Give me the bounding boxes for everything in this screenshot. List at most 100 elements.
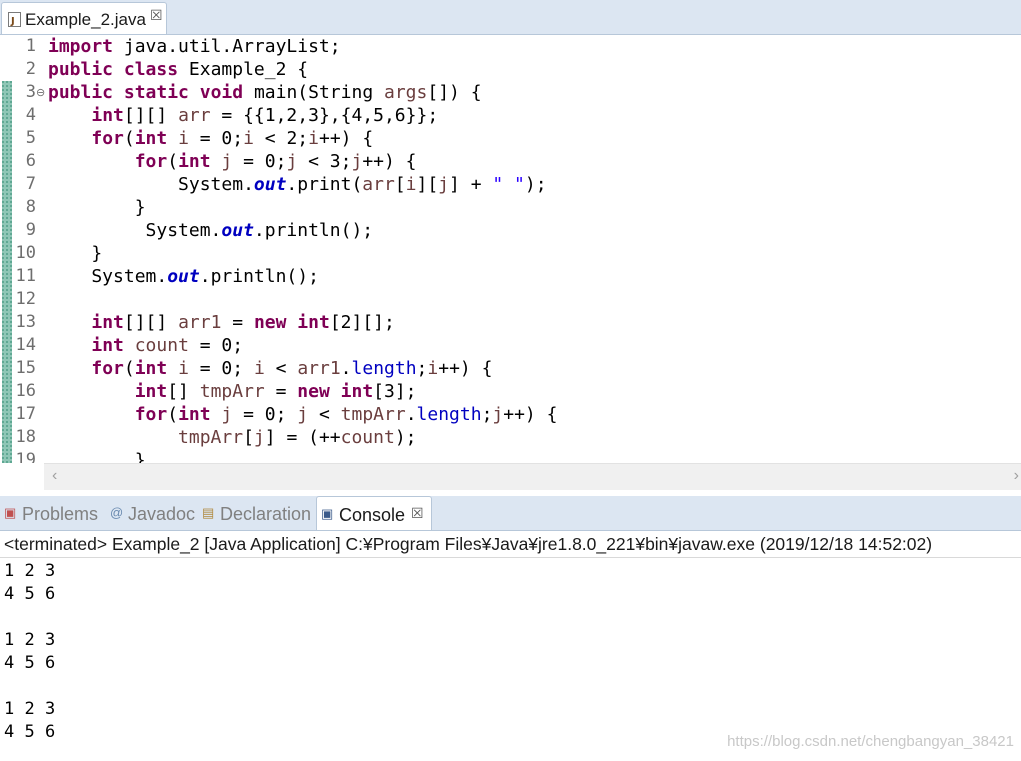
code-token: System. <box>48 220 222 241</box>
code-token: java.util.ArrayList; <box>113 36 341 57</box>
line-number: 15 <box>15 358 36 378</box>
code-line[interactable]: int[] tmpArr = new int[3]; <box>48 380 557 403</box>
tab-console[interactable]: ▣ Console ☒ <box>316 496 432 530</box>
code-token: class <box>123 59 179 80</box>
tab-declaration[interactable]: ▤ Declaration <box>198 496 316 530</box>
code-token: new <box>253 312 287 333</box>
code-line[interactable]: for(int j = 0;j < 3;j++) { <box>48 150 557 173</box>
close-icon[interactable]: ☒ <box>411 505 424 522</box>
view-tab-bar: ▣ Problems @ Javadoc ▤ Declaration ▣ Con… <box>0 496 1021 531</box>
code-line[interactable]: for(int i = 0; i < arr1.length;i++) { <box>48 357 557 380</box>
code-line[interactable] <box>48 288 557 311</box>
code-line[interactable]: import java.util.ArrayList; <box>48 35 557 58</box>
console-output[interactable]: 1 2 3 4 5 6 1 2 3 4 5 6 1 2 3 4 5 6 <box>4 560 55 744</box>
code-token: ] = (++ <box>264 427 341 448</box>
scroll-right-icon[interactable]: › <box>1014 467 1019 485</box>
code-line[interactable]: } <box>48 242 557 265</box>
code-token: int <box>91 105 124 126</box>
code-token: arr1 <box>297 358 341 379</box>
code-token: i <box>253 358 265 379</box>
code-line[interactable]: } <box>48 196 557 219</box>
code-token: j <box>286 151 298 172</box>
horizontal-scrollbar[interactable]: ‹ › <box>44 463 1021 490</box>
code-token: ( <box>123 358 135 379</box>
code-line[interactable]: public static void main(String args[]) { <box>48 81 557 104</box>
code-line[interactable]: int count = 0; <box>48 334 557 357</box>
code-token: for <box>91 358 124 379</box>
code-token: for <box>134 404 168 425</box>
code-token: out <box>167 266 200 287</box>
code-token: int <box>134 128 168 149</box>
code-token: } <box>48 243 103 264</box>
code-token: = <box>221 312 254 333</box>
console-divider <box>0 557 1021 558</box>
code-line[interactable]: int[][] arr = {{1,2,3},{4,5,6}}; <box>48 104 557 127</box>
java-file-icon: J <box>8 12 21 27</box>
code-line[interactable]: System.out.println(); <box>48 219 557 242</box>
code-line[interactable]: System.out.print(arr[i][j] + " "); <box>48 173 557 196</box>
code-token: int <box>91 335 124 356</box>
code-token: .print( <box>286 174 363 195</box>
code-line[interactable]: } <box>48 449 557 463</box>
tab-problems[interactable]: ▣ Problems <box>0 496 104 530</box>
code-editor[interactable]: ⊖ 1 2 3 4 5 6 7 8 9 10 11 12 13 14 15 16 17 18 19 import j… <box>0 35 1021 463</box>
code-token: void <box>199 82 244 103</box>
code-token: = {{1,2,3},{4,5,6}}; <box>210 105 439 126</box>
code-token: int <box>134 381 168 402</box>
code-token: int <box>178 404 211 425</box>
line-number: 18 <box>15 427 36 447</box>
console-output-line: 4 5 6 <box>4 653 56 673</box>
code-line[interactable]: for(int i = 0;i < 2;i++) { <box>48 127 557 150</box>
code-token: j <box>221 404 233 425</box>
editor-tab-bar: J Example_2.java ☒ <box>0 0 1021 35</box>
editor-tab-example-2[interactable]: J Example_2.java ☒ <box>1 2 167 34</box>
fold-collapse-icon[interactable]: ⊖ <box>36 86 45 99</box>
code-token: i <box>178 128 189 149</box>
code-line[interactable]: for(int j = 0; j < tmpArr.length;j++) { <box>48 403 558 426</box>
code-token: ( <box>167 151 179 172</box>
code-token: ; <box>416 358 428 379</box>
close-icon[interactable]: ☒ <box>150 7 163 24</box>
tab-declaration-label: Declaration <box>220 504 312 524</box>
code-token: arr <box>362 174 395 195</box>
line-number: 7 <box>25 174 36 194</box>
javadoc-icon: @ <box>110 505 124 520</box>
code-token: ); <box>394 427 417 448</box>
tab-javadoc[interactable]: @ Javadoc <box>106 496 198 530</box>
code-text[interactable]: import java.util.ArrayList; public class … <box>48 35 557 463</box>
code-line[interactable]: tmpArr[j] = (++count); <box>48 426 557 449</box>
line-number: 14 <box>15 335 36 355</box>
tab-javadoc-label: Javadoc <box>128 504 196 524</box>
code-token: int <box>297 312 330 333</box>
line-number: 6 <box>25 151 36 171</box>
console-output-line: 1 2 3 <box>4 699 56 719</box>
line-number: 4 <box>25 105 36 125</box>
code-line[interactable]: System.out.println(); <box>48 265 557 288</box>
code-token: out <box>253 174 287 195</box>
line-number: 17 <box>15 404 36 424</box>
scroll-left-icon[interactable]: ‹ <box>52 467 57 485</box>
code-token: = <box>264 381 298 402</box>
code-line[interactable]: public class Example_2 { <box>48 58 557 81</box>
code-token: new <box>297 381 330 402</box>
code-token: j <box>492 404 504 425</box>
code-token: for <box>134 151 168 172</box>
console-output-line: 1 2 3 <box>4 561 56 581</box>
line-number: 1 <box>25 36 36 56</box>
code-token: length <box>416 404 482 425</box>
code-token: } <box>48 197 146 218</box>
code-token: for <box>91 128 124 149</box>
code-line[interactable]: int[][] arr1 = new int[2][]; <box>48 311 557 334</box>
code-token: int <box>91 312 124 333</box>
code-token: ++) { <box>438 358 493 379</box>
code-token: count <box>340 427 395 448</box>
code-token: args <box>384 82 428 103</box>
